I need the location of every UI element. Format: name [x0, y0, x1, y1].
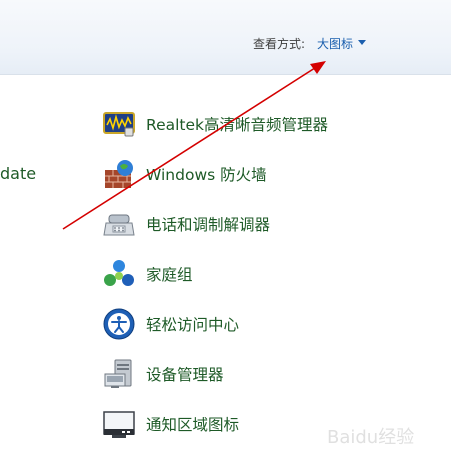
item-label[interactable]: Realtek高清晰音频管理器 [146, 113, 328, 135]
item-label[interactable]: 家庭组 [146, 263, 193, 285]
view-by-label: 查看方式: [253, 37, 306, 51]
baidu-jingyan-watermark: Baidu经验 [327, 427, 414, 448]
homegroup-icon [102, 257, 136, 291]
item-homegroup[interactable]: 家庭组 [102, 256, 193, 292]
item-device-manager[interactable]: 设备管理器 [102, 356, 224, 392]
chevron-down-icon[interactable] [358, 40, 366, 45]
ease-of-access-icon [102, 307, 136, 341]
device-manager-icon [102, 357, 136, 391]
item-notification-area-icons[interactable]: 通知区域图标 [102, 406, 239, 442]
notification-area-icon [102, 407, 136, 441]
firewall-icon [102, 157, 136, 191]
realtek-audio-icon [102, 107, 136, 141]
svg-text:Baidu经验: Baidu经验 [327, 427, 414, 448]
item-label[interactable]: 通知区域图标 [146, 413, 239, 435]
item-realtek[interactable]: Realtek高清晰音频管理器 [102, 106, 328, 142]
partial-item-label[interactable]: date [0, 164, 36, 183]
item-label[interactable]: 轻松访问中心 [146, 313, 239, 335]
item-phone-modem[interactable]: 电话和调制解调器 [102, 206, 270, 242]
item-label[interactable]: 电话和调制解调器 [146, 213, 270, 235]
item-label[interactable]: Windows 防火墙 [146, 163, 267, 185]
item-windows-firewall[interactable]: Windows 防火墙 [102, 156, 267, 192]
phone-modem-icon [102, 207, 136, 241]
item-label[interactable]: 设备管理器 [146, 363, 224, 385]
toolbar-header: 查看方式: 大图标 [0, 0, 451, 75]
item-ease-of-access[interactable]: 轻松访问中心 [102, 306, 239, 342]
view-by-dropdown[interactable]: 大图标 [317, 35, 353, 52]
